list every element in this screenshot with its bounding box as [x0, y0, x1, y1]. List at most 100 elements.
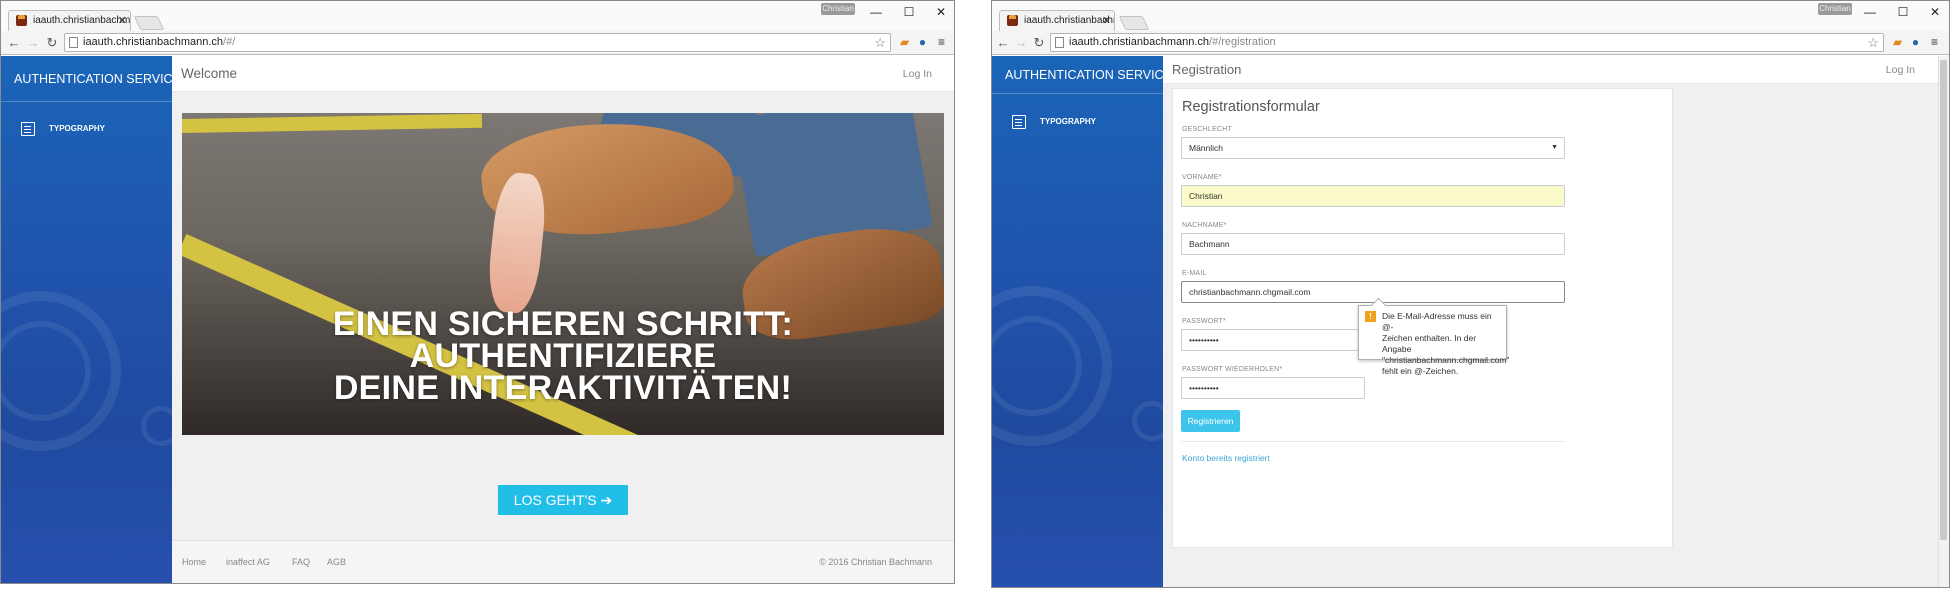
favicon-icon	[1007, 15, 1018, 26]
minimize-icon[interactable]: —	[1857, 3, 1883, 21]
address-path: /#/registration	[1209, 36, 1276, 48]
menu-icon[interactable]: ≡	[1928, 36, 1941, 49]
browser-tab[interactable]: iaauth.christianbachmann. ✕	[999, 10, 1115, 31]
title-bar: iaauth.christianbachmann. ✕ Christian — …	[1, 1, 954, 31]
hero-headline-1: EINEN SICHEREN SCHRITT:	[332, 305, 794, 343]
page-title: Welcome	[181, 66, 238, 81]
tooltip-line: fehlt ein @-Zeichen.	[1382, 366, 1459, 376]
scrollbar-thumb[interactable]	[1940, 60, 1947, 540]
book-icon	[21, 122, 35, 136]
forward-icon[interactable]: →	[25, 34, 41, 52]
login-link[interactable]: Log In	[1886, 56, 1915, 84]
maximize-icon[interactable]: ☐	[1890, 3, 1916, 21]
favicon-icon	[16, 15, 27, 26]
hero-banner: EINEN SICHEREN SCHRITT: AUTHENTIFIZIERE …	[182, 113, 944, 435]
page-header: Welcome Log In	[172, 56, 954, 92]
footer-link-home[interactable]: Home	[182, 557, 206, 567]
address-host: iaauth.christianbachmann.ch	[83, 36, 224, 48]
extension-globe-icon[interactable]: ●	[1909, 36, 1922, 49]
login-link[interactable]: Log In	[903, 56, 932, 92]
browser-toolbar: ← → ↻ iaauth.christianbachmann.ch/#/ ☆ ▰…	[1, 31, 954, 55]
footer-link-faq[interactable]: FAQ	[292, 557, 310, 567]
new-tab-button[interactable]	[1118, 16, 1150, 30]
close-tab-icon[interactable]: ✕	[1102, 11, 1111, 31]
copyright: © 2016 Christian Bachmann	[819, 557, 932, 567]
lastname-input[interactable]: Bachmann	[1181, 233, 1565, 255]
sidebar: AUTHENTICATION SERVICE TYPOGRAPHY	[1, 56, 172, 583]
sidebar-item-typography[interactable]: TYPOGRAPHY	[21, 122, 105, 136]
hero-headline-2: AUTHENTIFIZIERE	[409, 337, 717, 375]
address-host: iaauth.christianbachmann.ch	[1069, 36, 1210, 48]
reload-icon[interactable]: ↻	[44, 34, 60, 52]
footer-link-agb[interactable]: AGB	[327, 557, 346, 567]
dropdown-arrow-icon: ▼	[1551, 144, 1558, 151]
title-bar: iaauth.christianbachmann. ✕ Christian — …	[992, 1, 1949, 31]
bookmark-star-icon[interactable]: ☆	[874, 34, 886, 51]
page-content: AUTHENTICATION SERVICE TYPOGRAPHY Regist…	[992, 56, 1949, 587]
warning-icon: !	[1365, 311, 1376, 322]
get-started-button[interactable]: LOS GEHT'S ➔	[498, 485, 628, 515]
firstname-input[interactable]: Christian	[1181, 185, 1565, 207]
page-title: Registration	[1172, 62, 1242, 77]
bookmark-star-icon[interactable]: ☆	[1867, 34, 1879, 51]
brand-title[interactable]: AUTHENTICATION SERVICE	[992, 56, 1163, 94]
already-registered-link[interactable]: Konto bereits registriert	[1182, 453, 1270, 463]
address-bar[interactable]: iaauth.christianbachmann.ch/#/registrati…	[1050, 33, 1884, 52]
forward-icon[interactable]: →	[1013, 34, 1029, 52]
sidebar-item-label: TYPOGRAPHY	[1040, 117, 1097, 126]
brand-title[interactable]: AUTHENTICATION SERVICE	[1, 56, 172, 102]
page-header: Registration Log In	[1163, 56, 1938, 84]
close-window-icon[interactable]: ✕	[1922, 3, 1948, 21]
close-tab-icon[interactable]: ✕	[118, 11, 127, 31]
firstname-label: VORNAME*	[1182, 174, 1222, 181]
tooltip-line: Zeichen enthalten. In der Angabe	[1382, 333, 1477, 354]
register-button[interactable]: Registrieren	[1181, 410, 1240, 432]
form-divider	[1181, 441, 1565, 442]
tab-title: iaauth.christianbachmann.	[33, 15, 131, 26]
gender-label: GESCHLECHT	[1182, 126, 1232, 133]
tooltip-line: Die E-Mail-Adresse muss ein @-	[1382, 311, 1492, 332]
footer: Home inaffect AG FAQ AGB © 2016 Christia…	[172, 540, 954, 583]
gear-decoration	[141, 406, 172, 446]
gender-select[interactable]: Männlich ▼	[1181, 137, 1565, 159]
book-icon	[1012, 115, 1026, 129]
sidebar-item-typography[interactable]: TYPOGRAPHY	[1012, 115, 1096, 129]
sidebar: AUTHENTICATION SERVICE TYPOGRAPHY	[992, 56, 1163, 587]
validation-tooltip: ! Die E-Mail-Adresse muss ein @- Zeichen…	[1358, 305, 1509, 376]
page-content: AUTHENTICATION SERVICE TYPOGRAPHY Welcom…	[1, 56, 954, 583]
hero-headline-3: DEINE INTERAKTIVITÄTEN!	[333, 369, 793, 407]
back-icon[interactable]: ←	[6, 34, 22, 52]
page-icon	[1055, 37, 1064, 48]
password-repeat-label: PASSWORT WIEDERHOLEN*	[1182, 366, 1283, 373]
close-window-icon[interactable]: ✕	[928, 3, 954, 21]
password-label: PASSWORT*	[1182, 318, 1226, 325]
back-icon[interactable]: ←	[995, 34, 1011, 52]
profile-button[interactable]: Christian	[821, 3, 855, 15]
scrollbar[interactable]	[1938, 56, 1949, 587]
address-path: /#/	[223, 36, 236, 48]
gender-select-value: Männlich	[1189, 143, 1224, 153]
sidebar-item-label: TYPOGRAPHY	[49, 124, 106, 133]
address-bar[interactable]: iaauth.christianbachmann.ch/#/ ☆	[64, 33, 891, 52]
tooltip-line: "christianbachmann.chgmail.com"	[1382, 355, 1510, 365]
reload-icon[interactable]: ↻	[1031, 34, 1047, 52]
browser-tab[interactable]: iaauth.christianbachmann. ✕	[8, 10, 131, 31]
browser-toolbar: ← → ↻ iaauth.christianbachmann.ch/#/regi…	[992, 31, 1949, 55]
profile-button[interactable]: Christian	[1818, 3, 1852, 15]
maximize-icon[interactable]: ☐	[896, 3, 922, 21]
extension-globe-icon[interactable]: ●	[916, 36, 929, 49]
minimize-icon[interactable]: —	[863, 3, 889, 21]
lastname-label: NACHNAME*	[1182, 222, 1227, 229]
page-icon	[69, 37, 78, 48]
footer-link-inaffect[interactable]: inaffect AG	[226, 557, 270, 567]
password-repeat-input[interactable]: ••••••••••	[1181, 377, 1365, 399]
menu-icon[interactable]: ≡	[935, 36, 948, 49]
browser-window-welcome: iaauth.christianbachmann. ✕ Christian — …	[0, 0, 955, 584]
extension-folder-icon[interactable]: ▰	[1891, 36, 1904, 49]
extension-folder-icon[interactable]: ▰	[898, 36, 911, 49]
road-marking	[182, 113, 483, 133]
new-tab-button[interactable]	[133, 16, 165, 30]
gear-decoration	[1132, 401, 1163, 441]
password-input[interactable]: ••••••••••	[1181, 329, 1365, 351]
email-input[interactable]: christianbachmann.chgmail.com	[1181, 281, 1565, 303]
